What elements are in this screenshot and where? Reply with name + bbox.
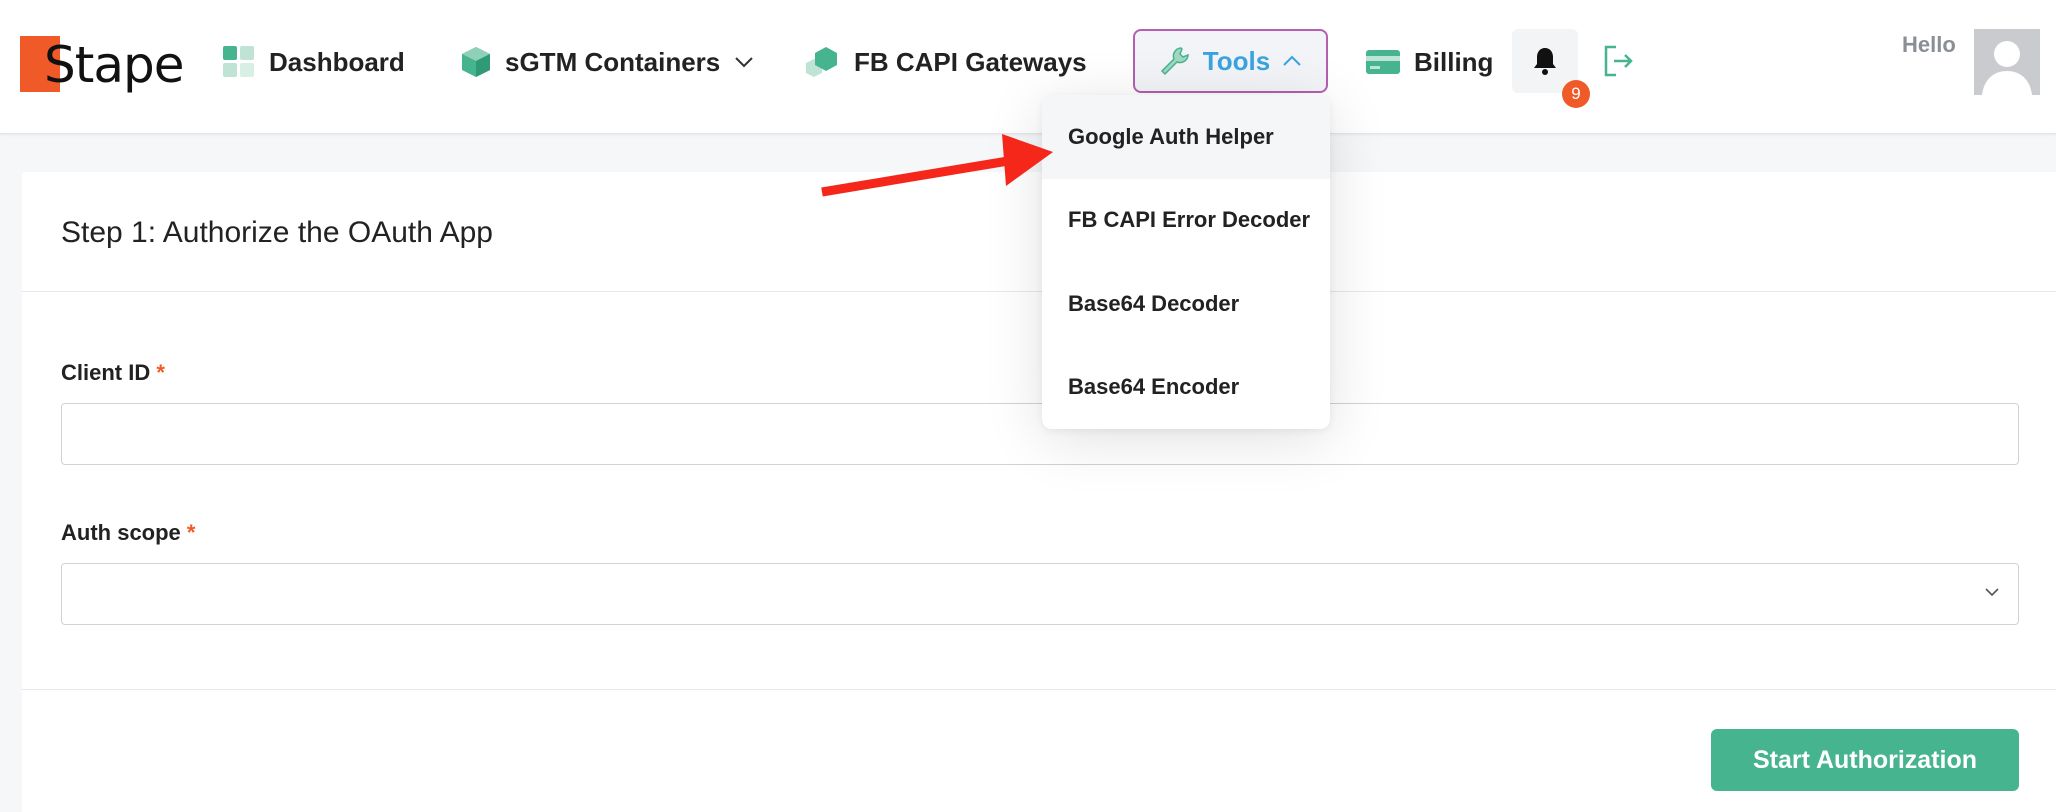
menu-item-base64-decoder[interactable]: Base64 Decoder [1042, 262, 1330, 346]
cube-icon [462, 47, 490, 77]
oauth-form-card: Step 1: Authorize the OAuth App Client I… [22, 172, 2056, 812]
nav-sgtm-containers-label: sGTM Containers [505, 46, 721, 77]
client-id-label-text: Client ID [61, 360, 151, 385]
menu-item-google-auth-helper[interactable]: Google Auth Helper [1042, 95, 1330, 179]
client-id-label: Client ID * [61, 360, 165, 386]
chevron-down-icon [1985, 588, 1999, 597]
nav-tools-label: Tools [1202, 45, 1271, 76]
auth-scope-label: Auth scope * [61, 520, 195, 546]
wrench-icon [1160, 47, 1189, 76]
client-id-input[interactable] [61, 403, 2019, 465]
nav-dashboard-label: Dashboard [269, 46, 405, 77]
nav-billing[interactable]: Billing [1366, 40, 1493, 84]
brand-name: Stape [44, 36, 184, 94]
tools-dropdown-menu: Google Auth Helper FB CAPI Error Decoder… [1042, 95, 1330, 429]
auth-scope-select[interactable] [61, 563, 2019, 625]
nav-dashboard[interactable]: Dashboard [223, 40, 405, 84]
hexagon-icon [806, 47, 837, 77]
user-avatar[interactable] [1974, 29, 2040, 95]
required-mark: * [186, 520, 196, 545]
notification-count-badge: 9 [1562, 80, 1590, 108]
user-greeting: Hello [1902, 32, 1956, 57]
nav-fb-capi-gateways[interactable]: FB CAPI Gateways [804, 40, 1087, 84]
top-navbar: Stape Dashboard sGTM Containers FB CAPI … [0, 0, 2056, 134]
card-header-divider [22, 291, 2056, 292]
logout-button[interactable] [1602, 44, 1634, 83]
nav-tools-button[interactable]: Tools [1133, 29, 1328, 93]
nav-fb-capi-gateways-label: FB CAPI Gateways [854, 46, 1087, 77]
stape-logo[interactable]: Stape [20, 32, 184, 96]
logout-icon [1604, 45, 1633, 77]
start-authorization-button[interactable]: Start Authorization [1711, 729, 2019, 791]
card-footer-divider [22, 689, 2056, 690]
bell-icon [1534, 48, 1556, 75]
auth-scope-label-text: Auth scope [61, 520, 181, 545]
card-title: Step 1: Authorize the OAuth App [61, 216, 493, 249]
menu-item-base64-encoder[interactable]: Base64 Encoder [1042, 346, 1330, 430]
chevron-down-icon [735, 57, 753, 68]
chevron-up-icon [1283, 55, 1301, 66]
nav-billing-label: Billing [1414, 46, 1494, 77]
required-mark: * [156, 360, 165, 385]
user-avatar-icon [1974, 29, 2040, 95]
nav-sgtm-containers[interactable]: sGTM Containers [461, 40, 754, 84]
credit-card-icon [1366, 50, 1400, 74]
annotation-arrow-icon [821, 134, 1053, 197]
dashboard-grid-icon [223, 46, 254, 77]
menu-item-fb-capi-error-decoder[interactable]: FB CAPI Error Decoder [1042, 179, 1330, 263]
